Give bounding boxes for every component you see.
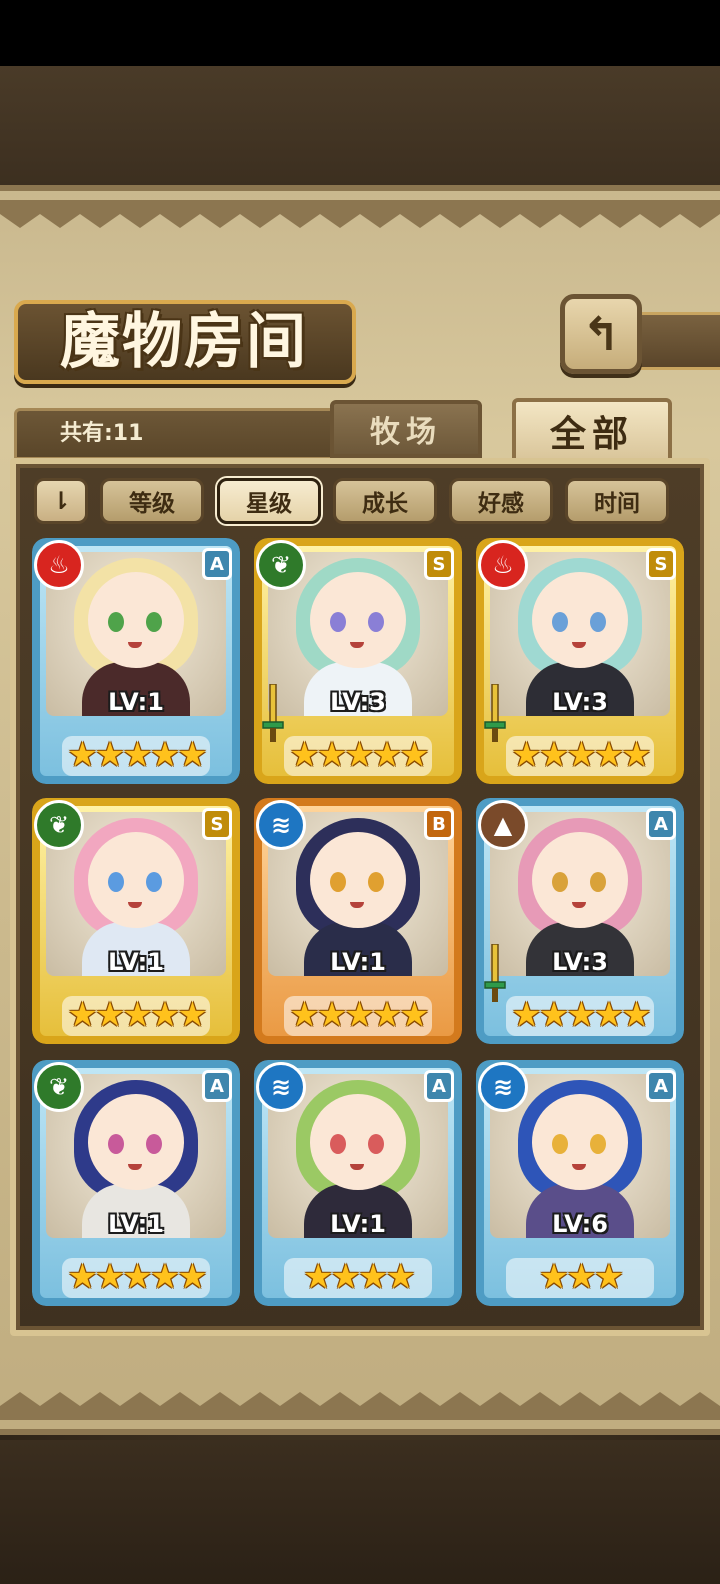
wind-element-icon: ❦ [256,540,306,590]
star-rating: ★★★★★ [67,1257,207,1297]
tab-all-label: 全部 [549,413,634,455]
star-rating: ★★★★★ [289,995,429,1035]
monster-card[interactable]: ▲ A LV:3 ★★★★★ [476,798,684,1044]
tab-all[interactable]: 全部 [512,398,672,464]
rank-badge: A [646,1070,676,1102]
monster-count: 共有:11 [60,421,144,446]
sort-button-affection[interactable]: 好感 [449,478,553,524]
monster-card[interactable]: ≋ A LV:6 ★★★ [476,1060,684,1306]
fire-element-icon: ♨ [478,540,528,590]
back-button-rail [640,312,720,370]
level-text: LV:1 [108,948,164,976]
rank-badge: A [202,548,232,580]
star-rating: ★★★★★ [289,735,429,775]
rank-badge: A [424,1070,454,1102]
monster-card[interactable]: ♨ A LV:1 ★★★★★ [32,538,240,784]
rank-badge: A [646,808,676,840]
level-text: LV:6 [552,1210,608,1238]
background-map-top [0,66,720,196]
level-text: LV:3 [330,688,386,716]
rank-badge: S [202,808,232,840]
sort-label: 星级 [246,491,292,517]
rank-badge: A [202,1070,232,1102]
tab-ranch[interactable]: 牧场 [330,400,482,458]
sort-button-growth[interactable]: 成长 [333,478,437,524]
water-element-icon: ≋ [478,1062,528,1112]
monster-card[interactable]: ≋ A LV:1 ★★★★ [254,1060,462,1306]
background-map-bottom [0,1440,720,1584]
monster-card[interactable]: ❦ S LV:3 ★★★★★ [254,538,462,784]
rank-badge: B [424,808,454,840]
sort-order-toggle[interactable]: ⇂ [34,478,88,524]
status-bar [0,0,720,66]
star-rating: ★★★ [538,1257,624,1297]
rank-badge: S [424,548,454,580]
sort-label: 好感 [478,491,524,517]
wind-element-icon: ❦ [34,1062,84,1112]
star-rating: ★★★★★ [511,995,651,1035]
water-element-icon: ≋ [256,1062,306,1112]
level-text: LV:1 [108,688,164,716]
sort-button-stars[interactable]: 星级 [217,478,321,524]
level-text: LV:1 [108,1210,164,1238]
sort-label: 时间 [594,491,640,517]
back-button[interactable]: ↰ [560,294,642,374]
monster-card[interactable]: ❦ S LV:1 ★★★★★ [32,798,240,1044]
wind-element-icon: ❦ [34,800,84,850]
sort-label: 成长 [362,491,408,517]
sort-label: 等级 [129,491,175,517]
rank-badge: S [646,548,676,580]
tab-ranch-label: 牧场 [370,415,442,450]
fire-element-icon: ♨ [34,540,84,590]
monster-card[interactable]: ≋ B LV:1 ★★★★★ [254,798,462,1044]
level-text: LV:1 [330,948,386,976]
level-text: LV:1 [330,1210,386,1238]
sort-order-icon: ⇂ [50,487,72,515]
monster-card[interactable]: ❦ A LV:1 ★★★★★ [32,1060,240,1306]
level-text: LV:3 [552,948,608,976]
sort-button-level[interactable]: 等级 [100,478,204,524]
back-arrow-icon: ↰ [581,307,621,361]
zigzag-border-bottom [0,1392,720,1420]
zigzag-border-top [0,200,720,228]
star-rating: ★★★★★ [67,735,207,775]
star-rating: ★★★★★ [511,735,651,775]
star-rating: ★★★★ [303,1257,416,1297]
level-text: LV:3 [552,688,608,716]
earth-element-icon: ▲ [478,800,528,850]
page-title: 魔物房间 [60,307,308,377]
monster-card[interactable]: ♨ S LV:3 ★★★★★ [476,538,684,784]
sort-button-time[interactable]: 时间 [565,478,669,524]
water-element-icon: ≋ [256,800,306,850]
star-rating: ★★★★★ [67,995,207,1035]
